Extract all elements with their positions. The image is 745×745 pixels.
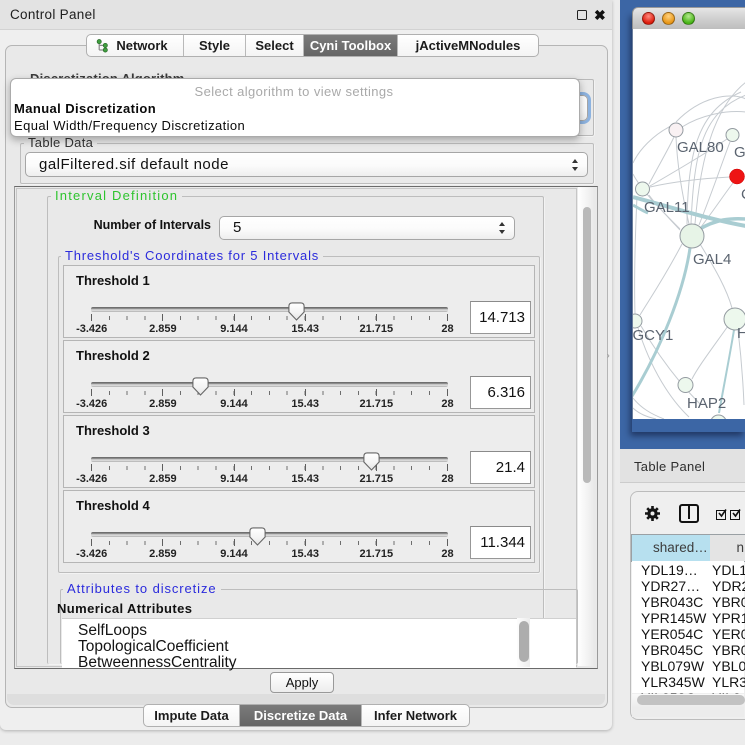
- svg-text:C: C: [741, 186, 745, 203]
- svg-text:H: H: [737, 325, 745, 342]
- svg-text:GAL11: GAL11: [644, 199, 690, 216]
- svg-text:GCY1: GCY1: [633, 327, 673, 344]
- svg-text:GAL80: GAL80: [677, 139, 724, 156]
- svg-text:GAL4: GAL4: [693, 251, 731, 268]
- svg-text:GA: GA: [734, 144, 745, 161]
- svg-text:HAP2: HAP2: [687, 395, 726, 412]
